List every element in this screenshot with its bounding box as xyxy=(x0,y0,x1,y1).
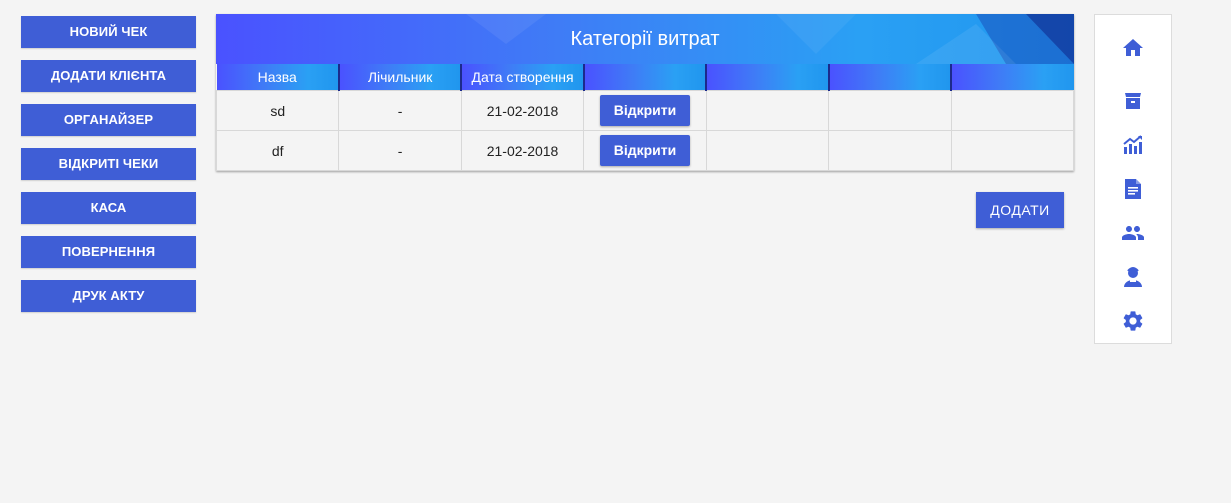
cell-action: Відкрити xyxy=(583,130,707,171)
categories-table: Назва Лічильник Дата створення sd - 21-0… xyxy=(215,64,1075,171)
column-header-name: Назва xyxy=(216,64,340,91)
settings-gear-icon[interactable] xyxy=(1121,309,1145,333)
cell-empty xyxy=(828,90,952,131)
table-header-row: Назва Лічильник Дата створення xyxy=(216,64,1074,91)
cell-action: Відкрити xyxy=(583,90,707,131)
cell-empty xyxy=(705,130,830,171)
open-button[interactable]: Відкрити xyxy=(599,95,690,126)
archive-box-icon[interactable] xyxy=(1121,89,1145,113)
column-header-action xyxy=(583,64,708,91)
add-client-button[interactable]: ДОДАТИ КЛІЄНТА xyxy=(21,60,196,92)
column-header-empty xyxy=(951,64,1074,91)
column-header-counter: Лічильник xyxy=(338,64,463,91)
column-header-empty xyxy=(828,64,953,91)
trending-chart-icon[interactable] xyxy=(1121,133,1145,157)
open-button[interactable]: Відкрити xyxy=(599,135,690,166)
cell-name: df xyxy=(215,130,340,171)
people-icon[interactable] xyxy=(1121,221,1145,245)
panel-header: Категорії витрат xyxy=(216,14,1074,64)
cell-created: 21-02-2018 xyxy=(460,130,585,171)
print-act-button[interactable]: ДРУК АКТУ xyxy=(21,280,196,312)
panel-title: Категорії витрат xyxy=(570,28,720,50)
returns-button[interactable]: ПОВЕРНЕННЯ xyxy=(21,236,196,268)
column-header-created: Дата створення xyxy=(461,64,585,91)
left-menu: НОВИЙ ЧЕК ДОДАТИ КЛІЄНТА ОРГАНАЙЗЕР ВІДК… xyxy=(21,16,196,324)
new-check-button[interactable]: НОВИЙ ЧЕК xyxy=(21,16,196,48)
cell-name: sd xyxy=(215,90,340,131)
cell-empty xyxy=(950,130,1075,171)
cell-empty xyxy=(705,90,830,131)
cell-created: 21-02-2018 xyxy=(460,90,585,131)
open-checks-button[interactable]: ВІДКРИТІ ЧЕКИ xyxy=(21,148,196,180)
column-header-empty xyxy=(706,64,830,91)
add-button[interactable]: ДОДАТИ xyxy=(976,192,1064,228)
organizer-button[interactable]: ОРГАНАЙЗЕР xyxy=(21,104,196,136)
document-icon[interactable] xyxy=(1121,177,1145,201)
table-row: df - 21-02-2018 Відкрити xyxy=(215,130,1075,171)
cell-empty xyxy=(950,90,1075,131)
cell-counter: - xyxy=(338,130,462,171)
cash-register-button[interactable]: КАСА xyxy=(21,192,196,224)
right-icon-bar xyxy=(1094,14,1172,344)
home-icon[interactable] xyxy=(1121,36,1145,60)
cell-empty xyxy=(828,130,952,171)
user-support-icon[interactable] xyxy=(1121,265,1145,289)
table-row: sd - 21-02-2018 Відкрити xyxy=(215,90,1075,131)
cell-counter: - xyxy=(338,90,462,131)
expense-categories-panel: Категорії витрат Назва Лічильник Дата ст… xyxy=(215,14,1075,171)
